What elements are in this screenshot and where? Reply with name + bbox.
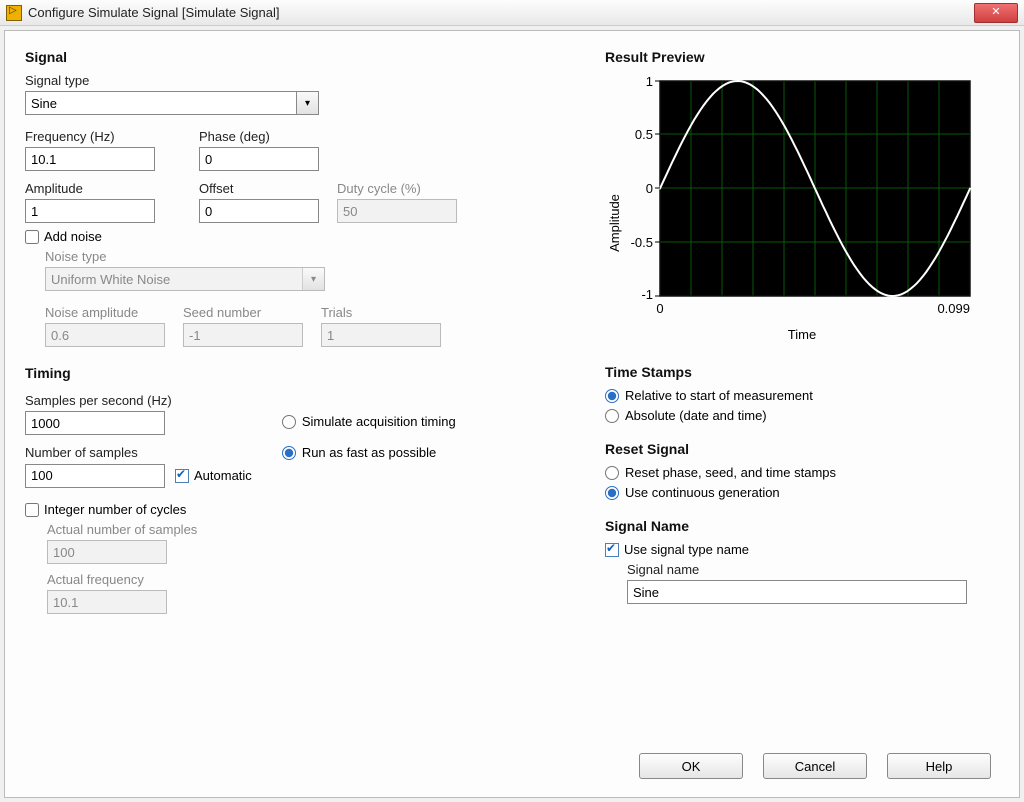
phase-label: Phase (deg): [199, 129, 319, 144]
amplitude-input[interactable]: [25, 199, 155, 223]
seed-input: [183, 323, 303, 347]
signal-heading: Signal: [25, 49, 565, 65]
duty-cycle-label: Duty cycle (%): [337, 181, 457, 196]
svg-text:0: 0: [646, 181, 653, 196]
svg-text:Amplitude: Amplitude: [607, 194, 622, 252]
frequency-label: Frequency (Hz): [25, 129, 155, 144]
ts-absolute-label: Absolute (date and time): [625, 408, 767, 423]
offset-label: Offset: [199, 181, 319, 196]
chevron-down-icon[interactable]: [296, 92, 318, 114]
svg-text:0.5: 0.5: [635, 127, 653, 142]
actual-samples-input: [47, 540, 167, 564]
ts-absolute-radio[interactable]: [605, 409, 619, 423]
app-icon: [6, 5, 22, 21]
reset-phase-radio[interactable]: [605, 466, 619, 480]
svg-text:-1: -1: [641, 287, 653, 302]
num-samples-label: Number of samples: [25, 445, 252, 460]
continuous-label: Use continuous generation: [625, 485, 780, 500]
ts-relative-radio[interactable]: [605, 389, 619, 403]
seed-label: Seed number: [183, 305, 303, 320]
signal-name-input[interactable]: [627, 580, 967, 604]
offset-input[interactable]: [199, 199, 319, 223]
preview-chart: 1 0.5 0 -0.5 -1 0 0.099 Amplitude: [605, 73, 977, 323]
help-button[interactable]: Help: [887, 753, 991, 779]
samples-sec-label: Samples per second (Hz): [25, 393, 252, 408]
integer-cycles-checkbox[interactable]: [25, 503, 39, 517]
svg-text:1: 1: [646, 74, 653, 89]
actual-samples-label: Actual number of samples: [47, 522, 565, 537]
noise-amp-label: Noise amplitude: [45, 305, 165, 320]
window-title: Configure Simulate Signal [Simulate Sign…: [28, 5, 279, 20]
automatic-label: Automatic: [194, 468, 252, 483]
add-noise-checkbox[interactable]: [25, 230, 39, 244]
signal-type-value: Sine: [31, 96, 57, 111]
preview-heading: Result Preview: [605, 49, 999, 65]
preview-svg: 1 0.5 0 -0.5 -1 0 0.099 Amplitude: [605, 73, 977, 323]
timestamps-heading: Time Stamps: [605, 364, 999, 380]
timing-heading: Timing: [25, 365, 565, 381]
continuous-radio[interactable]: [605, 486, 619, 500]
signal-type-dropdown[interactable]: Sine: [25, 91, 319, 115]
titlebar: Configure Simulate Signal [Simulate Sign…: [0, 0, 1024, 26]
samples-sec-input[interactable]: [25, 411, 165, 435]
dialog-body: Signal Signal type Sine Frequency (Hz) P…: [4, 30, 1020, 798]
trials-input: [321, 323, 441, 347]
amplitude-label: Amplitude: [25, 181, 155, 196]
ok-button[interactable]: OK: [639, 753, 743, 779]
sim-acq-radio[interactable]: [282, 415, 296, 429]
svg-text:-0.5: -0.5: [631, 235, 653, 250]
noise-amp-input: [45, 323, 165, 347]
run-fast-label: Run as fast as possible: [302, 445, 436, 460]
x-axis-label: Time: [605, 327, 999, 342]
ts-relative-label: Relative to start of measurement: [625, 388, 813, 403]
signal-type-label: Signal type: [25, 73, 565, 88]
reset-phase-label: Reset phase, seed, and time stamps: [625, 465, 836, 480]
use-type-name-checkbox[interactable]: [605, 543, 619, 557]
trials-label: Trials: [321, 305, 441, 320]
add-noise-checkbox-row: Add noise: [25, 229, 565, 244]
signame-heading: Signal Name: [605, 518, 999, 534]
noise-type-value: Uniform White Noise: [51, 272, 170, 287]
run-fast-radio[interactable]: [282, 446, 296, 460]
num-samples-input[interactable]: [25, 464, 165, 488]
phase-input[interactable]: [199, 147, 319, 171]
integer-cycles-label: Integer number of cycles: [44, 502, 186, 517]
automatic-checkbox[interactable]: [175, 469, 189, 483]
svg-text:0.099: 0.099: [937, 301, 970, 316]
noise-type-label: Noise type: [45, 249, 565, 264]
reset-heading: Reset Signal: [605, 441, 999, 457]
noise-type-dropdown: Uniform White Noise: [45, 267, 325, 291]
sim-acq-label: Simulate acquisition timing: [302, 414, 456, 429]
frequency-input[interactable]: [25, 147, 155, 171]
signal-name-label: Signal name: [627, 562, 999, 577]
actual-freq-input: [47, 590, 167, 614]
svg-text:0: 0: [656, 301, 663, 316]
chevron-down-icon: [302, 268, 324, 290]
use-type-name-label: Use signal type name: [624, 542, 749, 557]
close-button[interactable]: ✕: [974, 3, 1018, 23]
duty-cycle-input: [337, 199, 457, 223]
actual-freq-label: Actual frequency: [47, 572, 565, 587]
cancel-button[interactable]: Cancel: [763, 753, 867, 779]
add-noise-label: Add noise: [44, 229, 102, 244]
